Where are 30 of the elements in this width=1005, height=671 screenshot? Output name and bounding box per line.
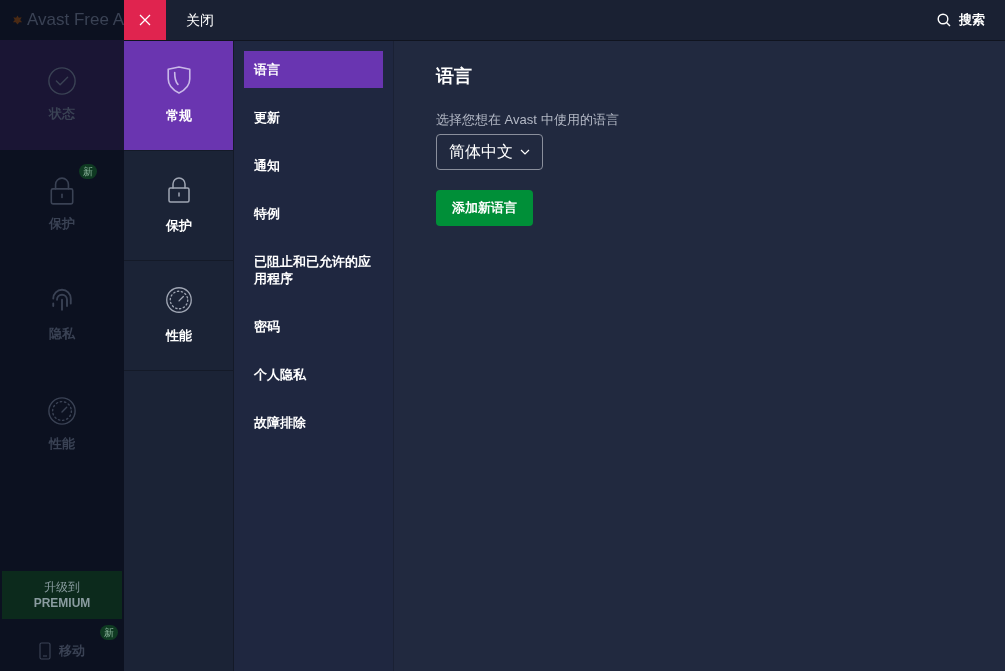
chevron-down-icon: [520, 148, 530, 155]
subnav-item[interactable]: 故障排除: [244, 404, 383, 441]
subnav-item[interactable]: 个人隐私: [244, 356, 383, 393]
category-tab[interactable]: 保护: [124, 151, 233, 261]
field-label: 选择您想在 Avast 中使用的语言: [436, 111, 619, 129]
add-language-button[interactable]: 添加新语言: [436, 189, 533, 226]
gauge-icon: [164, 285, 193, 314]
new-badge: 新: [100, 625, 118, 640]
search-icon: [937, 13, 951, 27]
phone-icon: [39, 642, 51, 660]
section-title: 语言: [436, 65, 472, 88]
subnav-item[interactable]: 特例: [244, 195, 383, 232]
lock-icon: [47, 176, 77, 207]
new-badge: 新: [79, 164, 97, 180]
close-button[interactable]: [124, 0, 166, 40]
upgrade-button[interactable]: 升级到 PREMIUM: [2, 571, 122, 619]
subnav-item[interactable]: 通知: [244, 147, 383, 184]
subnav-item[interactable]: 已阻止和已允许的应用程序: [244, 243, 383, 297]
gauge-icon: [47, 396, 77, 427]
subnav-item[interactable]: 语言: [244, 51, 383, 88]
close-label[interactable]: 关闭: [186, 9, 214, 31]
check-circle-icon: [47, 66, 77, 97]
category-tab[interactable]: 常规: [124, 41, 233, 151]
subnav-item[interactable]: 更新: [244, 99, 383, 136]
search-button[interactable]: 搜索: [937, 10, 985, 30]
shield-icon: [164, 65, 193, 94]
subnav-item[interactable]: 密码: [244, 308, 383, 345]
language-select[interactable]: 简体中文: [436, 133, 543, 170]
category-tab[interactable]: 性能: [124, 261, 233, 371]
close-icon: [139, 14, 151, 26]
